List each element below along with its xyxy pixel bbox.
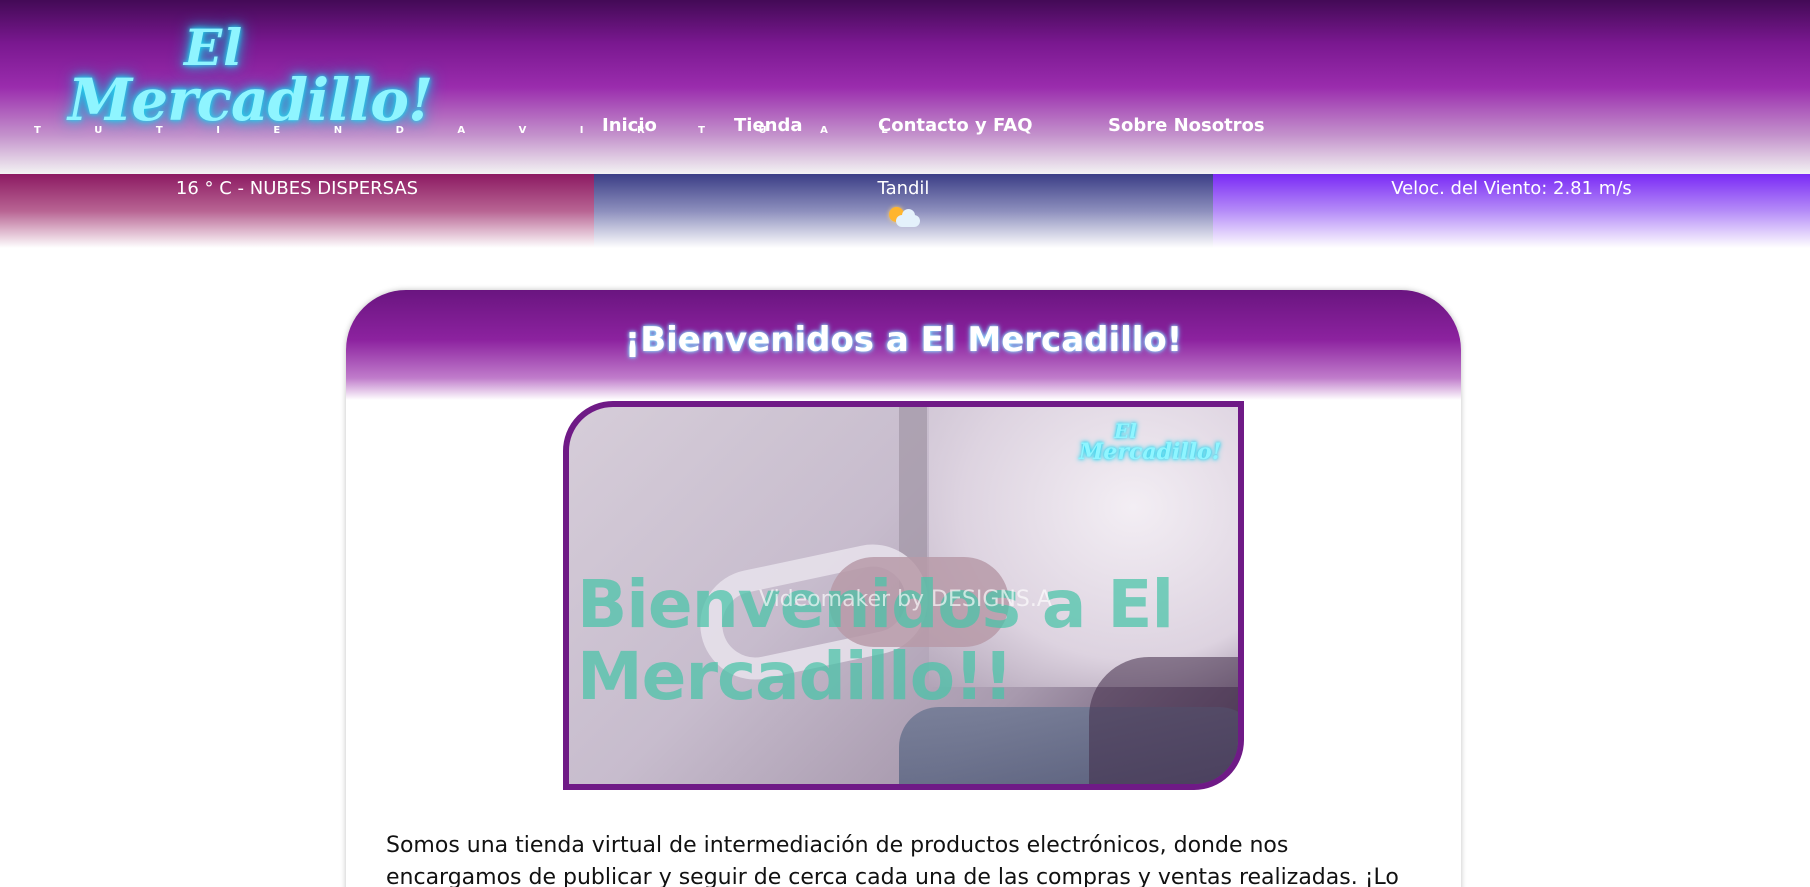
video-watermark: Videomaker by DESIGNS.A <box>759 587 1052 612</box>
video-logo-line2: Mercadillo! <box>1079 439 1222 465</box>
page-title: ¡Bienvenidos a El Mercadillo! <box>624 320 1183 360</box>
welcome-card: ¡Bienvenidos a El Mercadillo! El Mercadi… <box>346 290 1461 887</box>
nav-link-contacto-faq[interactable]: Contacto y FAQ <box>878 115 1033 136</box>
nav-link-tienda[interactable]: Tienda <box>734 115 803 136</box>
intro-paragraph: Somos una tienda virtual de intermediaci… <box>386 833 1399 887</box>
weather-city: Tandil <box>877 178 930 199</box>
sun-behind-cloud-icon <box>886 205 922 231</box>
weather-city-cell: Tandil <box>594 174 1213 248</box>
weather-temperature-cell: 16 ° C - NUBES DISPERSAS <box>0 174 594 248</box>
welcome-video[interactable]: El Mercadillo! Bienvenidos a El Mercadil… <box>563 401 1244 790</box>
nav-link-inicio[interactable]: Inicio <box>602 115 657 136</box>
weather-wind: Veloc. del Viento: 2.81 m/s <box>1391 178 1632 199</box>
main-nav: Inicio Tienda Contacto y FAQ Sobre Nosot… <box>0 115 1810 145</box>
weather-wind-cell: Veloc. del Viento: 2.81 m/s <box>1213 174 1810 248</box>
site-header: El Mercadillo! T U T I E N D A V I R T U… <box>0 0 1810 174</box>
nav-link-sobre-nosotros[interactable]: Sobre Nosotros <box>1108 115 1265 136</box>
welcome-card-header: ¡Bienvenidos a El Mercadillo! <box>346 290 1461 400</box>
weather-temperature: 16 ° C - NUBES DISPERSAS <box>175 178 419 199</box>
weather-bar: 16 ° C - NUBES DISPERSAS Tandil Veloc. d… <box>0 174 1810 248</box>
